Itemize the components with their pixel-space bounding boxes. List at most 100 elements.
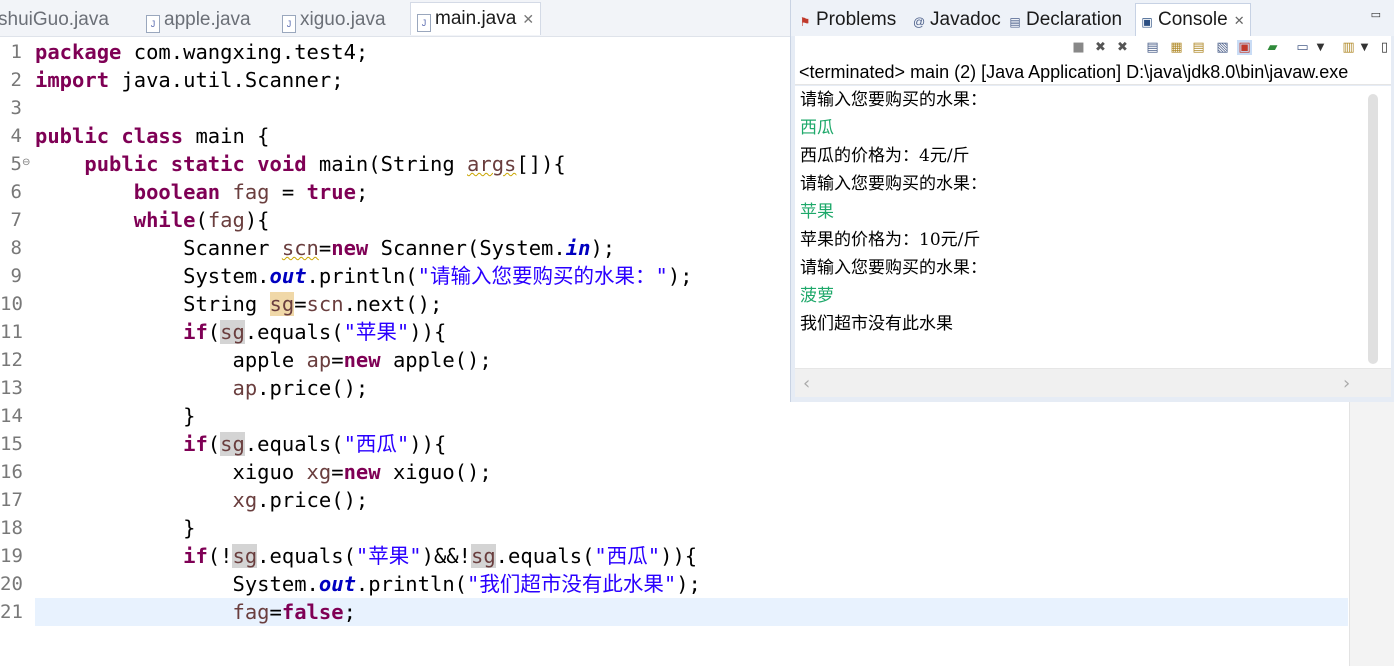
tab-label: apple.java <box>164 9 251 30</box>
tab-label: Declaration <box>1026 9 1123 30</box>
problems-icon: ⚑ <box>799 15 811 29</box>
tab-main-java[interactable]: Jmain.java ✕ <box>410 2 542 35</box>
display-selected-console-icon[interactable]: ▰ <box>1265 40 1280 55</box>
code-line: while(fag){ <box>133 208 270 232</box>
console-line: 请输入您要购买的水果： <box>800 258 987 278</box>
code-line: public class main { <box>35 124 270 148</box>
console-input-line: 西瓜 <box>800 118 834 138</box>
tab-problems[interactable]: ⚑ Problems <box>799 6 897 34</box>
line-number: 6 <box>10 181 22 203</box>
show-when-stdout-icon[interactable]: ▤ <box>1191 40 1206 55</box>
new-console-icon[interactable]: ▥ <box>1341 40 1356 55</box>
chevron-down-icon[interactable]: ▼ <box>1357 40 1372 55</box>
console-input-line: 菠萝 <box>800 286 834 306</box>
line-number: 14 <box>0 405 23 427</box>
horizontal-scrollbar[interactable]: ‹ › <box>795 368 1391 397</box>
code-line: xg.price(); <box>232 488 369 512</box>
tab-console[interactable]: ▣ Console ✕ <box>1135 3 1251 36</box>
code-line: System.out.println("我们超市没有此水果"); <box>232 572 701 596</box>
console-toolbar: ■ ✖ ✖ ▤ ▦ ▤ ▧ ▣ ▰ ▭ ▼ ▥ ▼ ▯ <box>795 36 1391 61</box>
code-line: String sg=scn.next(); <box>183 292 443 316</box>
console-line: 西瓜的价格为：4元/斤 <box>800 146 970 166</box>
console-line: 请输入您要购买的水果： <box>800 174 987 194</box>
word-wrap-icon[interactable]: ▦ <box>1169 40 1184 55</box>
tab-label: shuiGuo.java <box>0 9 109 30</box>
java-file-icon: J <box>282 15 296 33</box>
scrollbar-thumb[interactable] <box>1368 94 1378 364</box>
line-number: 7 <box>10 209 22 231</box>
view-menu-icon[interactable]: ▯ <box>1377 40 1392 55</box>
code-line: if(!sg.equals("苹果")&&!sg.equals("西瓜")){ <box>183 544 698 568</box>
declaration-icon: ▤ <box>1009 15 1021 29</box>
tab-xiguo-java[interactable]: Jxiguo.java <box>282 6 386 34</box>
java-file-icon: J <box>417 14 431 32</box>
console-line: 请输入您要购买的水果： <box>800 90 987 110</box>
console-icon: ▣ <box>1141 15 1153 29</box>
line-number: 17 <box>0 489 23 511</box>
line-number: 5 <box>10 153 22 175</box>
vertical-scrollbar[interactable] <box>1361 86 1391 368</box>
console-process-label: <terminated> main (2) [Java Application]… <box>795 61 1391 85</box>
tab-apple-java[interactable]: Japple.java <box>146 6 251 34</box>
scroll-lock-icon[interactable]: ▤ <box>1145 40 1160 55</box>
code-line: Scanner scn=new Scanner(System.in); <box>183 236 616 260</box>
line-number: 2 <box>10 69 22 91</box>
tab-label: xiguo.java <box>300 9 386 30</box>
tab-shuiguo-java[interactable]: shuiGuo.java <box>0 6 109 34</box>
console-line: 我们超市没有此水果 <box>800 314 953 334</box>
tab-label: Problems <box>816 9 897 30</box>
close-icon[interactable]: ✕ <box>1234 13 1245 28</box>
code-line: apple ap=new apple(); <box>232 348 492 372</box>
tab-declaration[interactable]: ▤ Declaration <box>1009 6 1122 34</box>
terminate-icon[interactable]: ■ <box>1071 40 1086 55</box>
line-number: 16 <box>0 461 23 483</box>
java-file-icon: J <box>146 15 160 33</box>
open-console-icon[interactable]: ▭ <box>1295 40 1310 55</box>
console-output[interactable]: 请输入您要购买的水果： 西瓜 西瓜的价格为：4元/斤 请输入您要购买的水果： 苹… <box>795 86 1361 368</box>
code-line: import java.util.Scanner; <box>35 68 344 92</box>
chevron-right-icon[interactable]: › <box>1343 373 1350 394</box>
code-line: ap.price(); <box>232 376 369 400</box>
view-tab-bar: ⚑ Problems @ Javadoc ▤ Declaration ▣ Console… <box>791 0 1394 36</box>
code-line: boolean fag = true; <box>133 180 369 204</box>
minimize-icon[interactable]: ▭ <box>1371 8 1381 21</box>
code-line: public static void main(String args[]){ <box>84 152 566 176</box>
tab-javadoc[interactable]: @ Javadoc <box>913 6 1001 34</box>
tab-label: Console <box>1158 9 1228 30</box>
console-line: 苹果的价格为：10元/斤 <box>800 230 981 250</box>
code-line: if(sg.equals("苹果")){ <box>183 320 447 344</box>
line-number: 19 <box>0 545 23 567</box>
console-view: ⚑ Problems @ Javadoc ▤ Declaration ▣ Console… <box>790 0 1394 402</box>
line-number: 12 <box>0 349 23 371</box>
line-number: 11 <box>0 321 23 343</box>
line-number: 10 <box>0 293 23 315</box>
console-input-line: 苹果 <box>800 202 834 222</box>
line-number: 1 <box>10 41 22 63</box>
code-line: System.out.println("请输入您要购买的水果："); <box>183 264 693 288</box>
overview-ruler[interactable] <box>1349 402 1394 666</box>
chevron-left-icon[interactable]: ‹ <box>803 373 810 394</box>
editor-tab-bar: shuiGuo.java Japple.java Jxiguo.java Jma… <box>0 0 790 37</box>
code-line: package com.wangxing.test4; <box>35 40 369 64</box>
tab-label: Javadoc <box>930 9 1001 30</box>
pin-console-icon[interactable]: ▣ <box>1237 40 1252 55</box>
close-icon[interactable]: ✕ <box>522 11 534 27</box>
javadoc-icon: @ <box>913 15 926 29</box>
line-number: 4 <box>10 125 22 147</box>
fold-collapse-icon[interactable]: ⊖ <box>22 158 32 168</box>
line-number: 21 <box>0 601 23 623</box>
remove-all-terminated-icon[interactable]: ✖ <box>1115 40 1130 55</box>
remove-launch-icon[interactable]: ✖ <box>1093 40 1108 55</box>
line-number: 20 <box>0 573 23 595</box>
code-line: } <box>183 404 196 428</box>
chevron-down-icon[interactable]: ▼ <box>1313 40 1328 55</box>
line-number: 13 <box>0 377 23 399</box>
show-when-stderr-icon[interactable]: ▧ <box>1215 40 1230 55</box>
code-line: fag=false; <box>232 600 356 624</box>
line-number: 15 <box>0 433 23 455</box>
code-line: xiguo xg=new xiguo(); <box>232 460 492 484</box>
line-number: 18 <box>0 517 23 539</box>
code-line: if(sg.equals("西瓜")){ <box>183 432 447 456</box>
line-number: 8 <box>10 237 22 259</box>
code-line: } <box>183 516 196 540</box>
